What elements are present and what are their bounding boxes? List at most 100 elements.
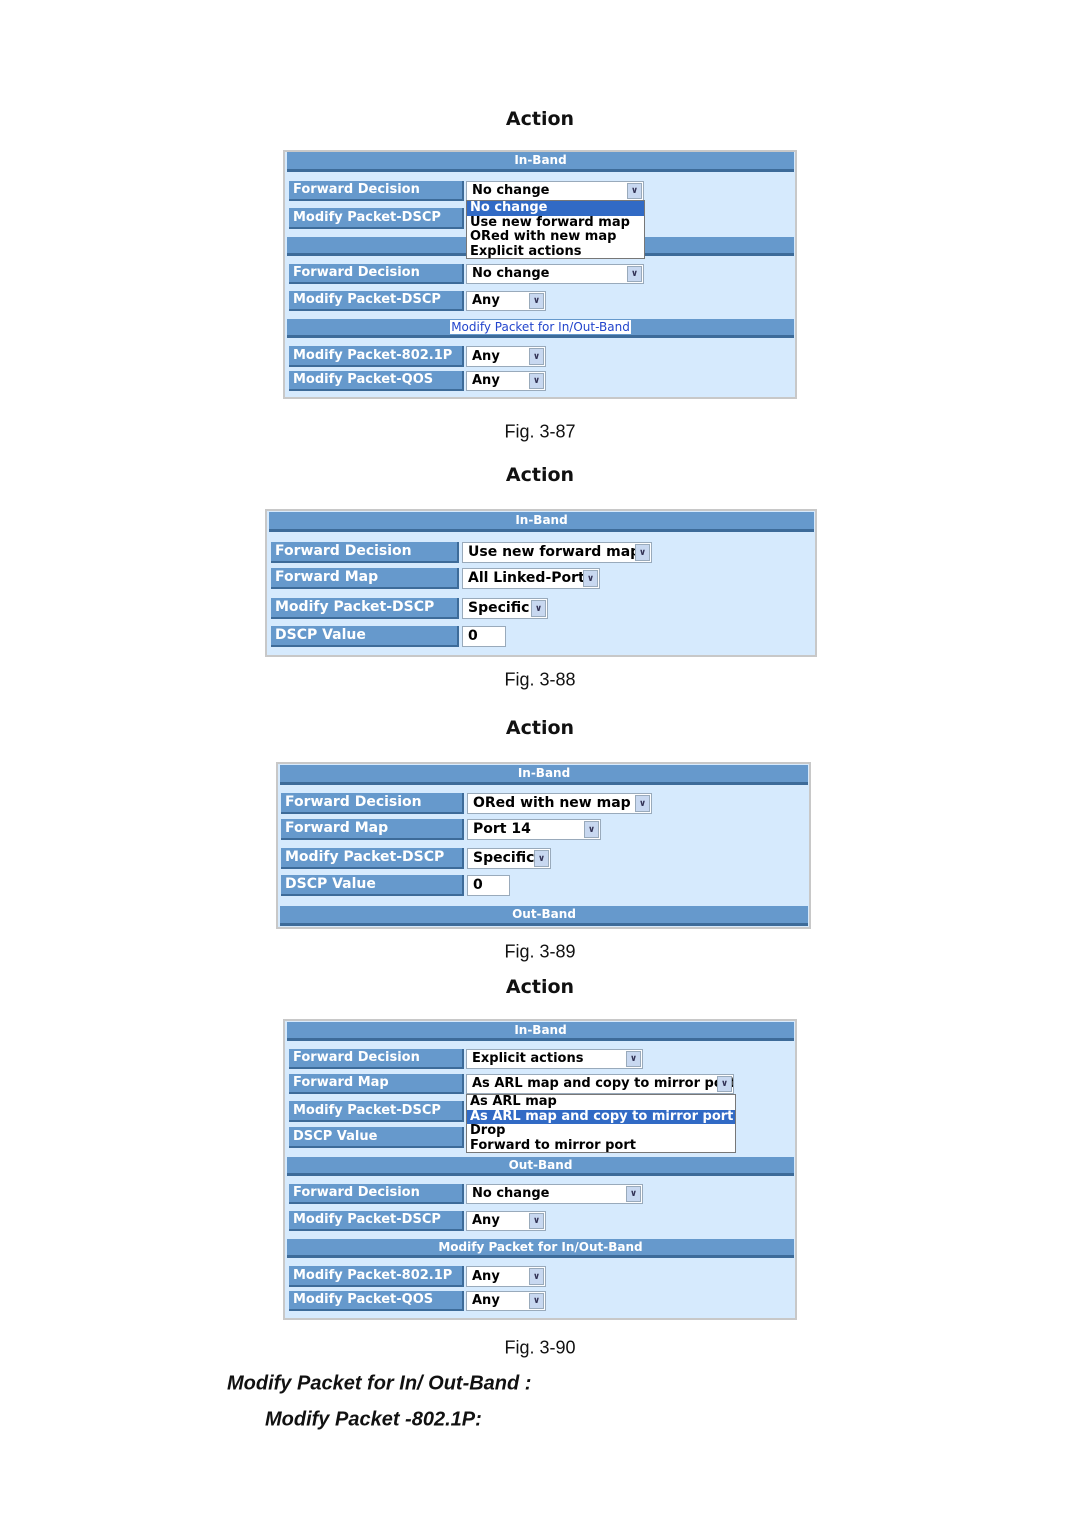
selected-value: Any [472,1269,500,1284]
forward-map-label: Forward Map [281,819,464,840]
forward-decision-select[interactable]: Use new forward map ∨ [462,542,652,563]
modify-packet-qos-select[interactable]: Any ∨ [466,1291,546,1311]
section-header-text: In-Band [517,766,571,780]
modify-packet-802-1p-label: Modify Packet-802.1P [289,1266,464,1287]
figure-title: Action [505,464,575,486]
selected-value: Any [472,1213,500,1228]
modify-packet-qos-label: Modify Packet-QOS [289,371,464,391]
dropdown-options-list[interactable]: No change Use new forward map ORed with ne… [466,200,645,259]
section-header-text: Modify Packet for In/Out-Band [438,1240,643,1254]
selected-value: ORed with new map [473,795,631,811]
selected-value: Specific [473,850,535,866]
chevron-down-icon[interactable]: ∨ [529,1293,544,1309]
modify-packet-qos-label: Modify Packet-QOS [289,1291,464,1311]
figure-caption: Fig. 3-89 [504,941,576,962]
modify-packet-qos-select[interactable]: Any ∨ [466,371,546,391]
modify-packet-dscp-select[interactable]: Any ∨ [466,1211,546,1231]
chevron-down-icon[interactable]: ∨ [635,795,650,812]
chevron-down-icon[interactable]: ∨ [531,600,546,617]
action-panel [276,762,811,929]
forward-map-select[interactable]: As ARL map and copy to mirror port ∨ [466,1074,734,1094]
subsection-heading: Modify Packet -802.1P: [265,1408,482,1431]
selected-value: Any [472,373,500,388]
modify-packet-dscp-select[interactable]: Specific ∨ [467,848,551,869]
dropdown-option[interactable]: Use new forward map [467,215,644,231]
modify-packet-802-1p-select[interactable]: Any ∨ [466,1266,546,1287]
dscp-value-input[interactable]: 0 [462,626,506,647]
section-header-text: Modify Packet for In/Out-Band [450,320,631,334]
modify-packet-802-1p-label: Modify Packet-802.1P [289,346,464,367]
selected-value: 0 [473,877,483,893]
chevron-down-icon[interactable]: ∨ [529,373,544,389]
selected-value: No change [472,1186,550,1201]
dropdown-option[interactable]: Drop [467,1124,735,1139]
selected-value: Any [472,349,500,364]
chevron-down-icon[interactable]: ∨ [584,821,599,838]
section-header-out-band: Out-Band [287,1157,794,1176]
dscp-value-label: DSCP Value [271,626,459,647]
forward-decision-select[interactable]: Explicit actions ∨ [466,1049,643,1069]
selected-value: All Linked-Port [468,570,585,586]
forward-map-select[interactable]: All Linked-Port ∨ [462,568,600,589]
forward-decision-label: Forward Decision [281,793,464,814]
chevron-down-icon[interactable]: ∨ [583,570,598,587]
dropdown-option[interactable]: No change [467,201,644,216]
chevron-down-icon[interactable]: ∨ [529,1268,544,1285]
section-header-in-band: In-Band [280,765,808,785]
figure-title: Action [505,976,575,998]
dropdown-option[interactable]: ORed with new map [467,230,644,245]
section-header-modify-packet-for-in-out-band: Modify Packet for In/Out-Band [287,1239,794,1258]
section-header-text: Out-Band [508,1158,573,1172]
modify-packet-dscp-label: Modify Packet-DSCP [281,848,464,869]
forward-decision-select[interactable]: ORed with new map ∨ [467,793,652,814]
dropdown-option[interactable]: Forward to mirror port [467,1138,735,1154]
selected-value: 0 [468,628,478,644]
chevron-down-icon[interactable]: ∨ [635,544,650,561]
section-header-out-band: Out-Band [280,906,808,926]
modify-packet-dscp-label: Modify Packet-DSCP [289,1211,464,1231]
forward-decision-label: Forward Decision [271,542,459,563]
chevron-down-icon[interactable]: ∨ [627,266,642,282]
section-heading: Modify Packet for In/ Out-Band : [227,1372,532,1395]
selected-value: Any [472,293,500,308]
chevron-down-icon[interactable]: ∨ [534,850,549,867]
dscp-value-input[interactable]: 0 [467,875,510,896]
forward-decision-select[interactable]: No change ∨ [466,1184,643,1204]
figure-title: Action [505,717,575,739]
forward-decision-label: Forward Decision [289,181,464,201]
selected-value: Specific [468,600,530,616]
chevron-down-icon[interactable]: ∨ [529,1213,544,1229]
chevron-down-icon[interactable]: ∨ [626,1186,641,1202]
document-page: Modify Packet for In/ Out-Band : Modify … [0,0,1080,1526]
section-header-modify-packet-for-in-out-band: Modify Packet for In/Out-Band [287,319,794,338]
dropdown-option[interactable]: As ARL map and copy to mirror port [467,1109,735,1124]
dropdown-options-list[interactable]: As ARL map As ARL map and copy to mirror … [466,1094,736,1153]
section-header-text: In-Band [514,1023,567,1037]
forward-map-label: Forward Map [271,568,459,589]
forward-decision-select[interactable]: No change ∨ [466,264,644,284]
section-header-in-band: In-Band [287,152,794,172]
modify-packet-dscp-label: Modify Packet-DSCP [289,1101,464,1122]
selected-value: Use new forward map [468,544,641,560]
selected-value: Any [472,1293,500,1308]
modify-packet-dscp-select[interactable]: Any ∨ [466,291,546,311]
dropdown-option[interactable]: As ARL map [467,1095,735,1110]
chevron-down-icon[interactable]: ∨ [626,1051,641,1067]
section-header-text: In-Band [514,153,567,167]
modify-packet-802-1p-select[interactable]: Any ∨ [466,346,546,367]
section-header-text: In-Band [515,513,568,527]
forward-decision-label: Forward Decision [289,1184,464,1204]
modify-packet-dscp-select[interactable]: Specific ∨ [462,598,548,619]
forward-map-select[interactable]: Port 14 ∨ [467,819,601,840]
figure-caption: Fig. 3-90 [504,1337,576,1358]
forward-decision-label: Forward Decision [289,1049,464,1069]
modify-packet-dscp-label: Modify Packet-DSCP [271,598,459,619]
chevron-down-icon[interactable]: ∨ [529,293,544,309]
chevron-down-icon[interactable]: ∨ [529,348,544,365]
chevron-down-icon[interactable]: ∨ [717,1076,732,1092]
forward-decision-select[interactable]: No change ∨ [466,181,644,201]
chevron-down-icon[interactable]: ∨ [627,183,642,199]
dropdown-option[interactable]: Explicit actions [467,244,644,260]
figure-caption: Fig. 3-88 [504,669,576,690]
figure-title: Action [505,108,575,130]
